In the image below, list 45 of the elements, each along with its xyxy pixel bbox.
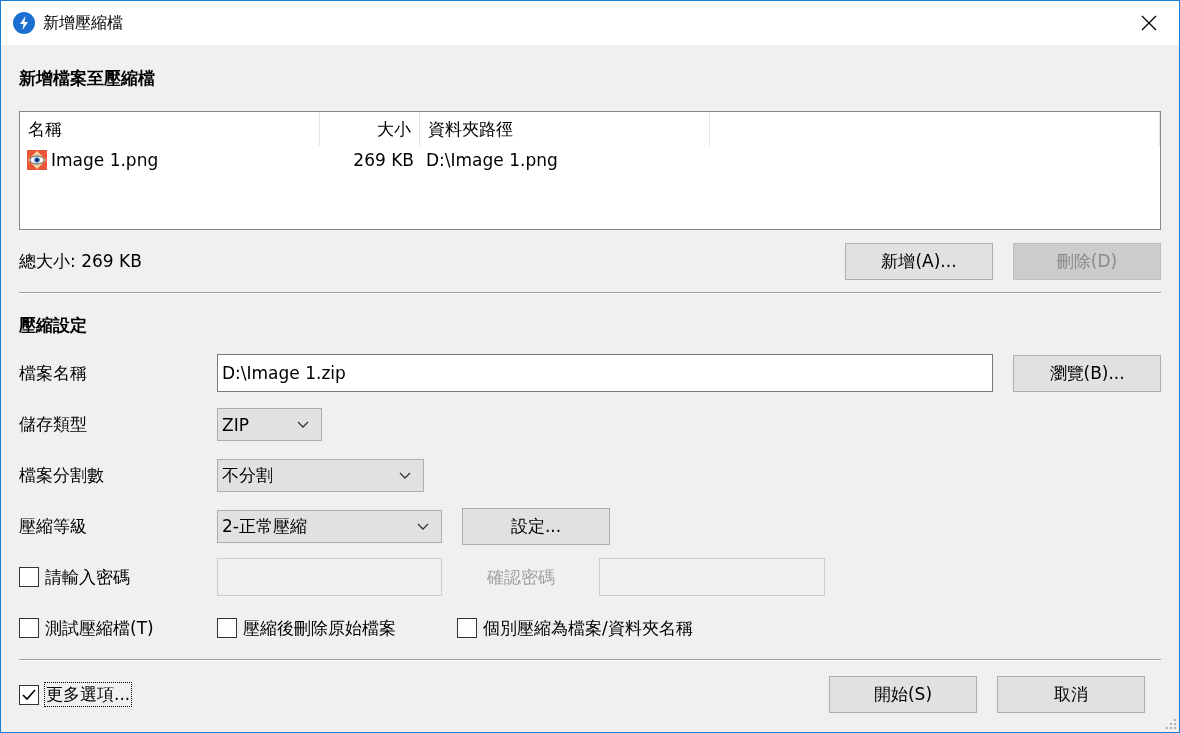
- dropdown[interactable]: 不分割: [217, 459, 424, 492]
- field-label: 壓縮等級: [19, 515, 88, 538]
- column-header[interactable]: 資料夾路徑: [420, 112, 710, 146]
- folder-path: D:\Image 1.png: [426, 150, 558, 170]
- checkbox-option[interactable]: 壓縮後刪除原始檔案: [217, 616, 457, 640]
- checkbox-option[interactable]: 請輸入密碼: [19, 565, 217, 589]
- section-heading: 壓縮設定: [19, 314, 88, 337]
- checkbox[interactable]: [457, 618, 477, 638]
- window-title: 新增壓縮檔: [43, 12, 124, 34]
- browse-button[interactable]: 瀏覽(B)...: [1013, 354, 1161, 392]
- dropdown[interactable]: 2-正常壓縮: [217, 510, 442, 543]
- chevron-down-icon: [399, 472, 411, 479]
- settings-button[interactable]: 設定...: [462, 508, 610, 545]
- add-button[interactable]: 新增(A)...: [845, 243, 993, 280]
- file-size: 269 KB: [353, 150, 414, 170]
- start-button[interactable]: 開始(S): [829, 676, 977, 713]
- checkbox[interactable]: [19, 684, 39, 705]
- total-size: 總大小: 269 KB: [19, 250, 142, 273]
- close-icon: [1141, 15, 1157, 31]
- column-header[interactable]: 名稱: [20, 112, 320, 146]
- checkbox-label: 測試壓縮檔(T): [45, 616, 154, 640]
- file-name-field[interactable]: D:\Image 1.zip: [217, 354, 994, 392]
- section-heading: 新增檔案至壓縮檔: [19, 67, 156, 90]
- check-icon: [22, 688, 36, 701]
- confirm-password-label: 確認密碼: [485, 565, 556, 589]
- resize-grip-icon[interactable]: [1165, 718, 1177, 730]
- dropdown[interactable]: ZIP: [217, 408, 322, 441]
- checkbox-option[interactable]: 更多選項...: [19, 683, 132, 706]
- field-label: 檔案分割數: [19, 464, 105, 487]
- checkbox-option[interactable]: 測試壓縮檔(T): [19, 616, 217, 640]
- checkbox[interactable]: [217, 618, 237, 638]
- app-icon: [13, 12, 35, 34]
- checkbox[interactable]: [19, 567, 39, 587]
- file-name: Image 1.png: [51, 150, 159, 170]
- chevron-down-icon: [417, 523, 429, 530]
- image-file-icon: [26, 149, 48, 171]
- checkbox[interactable]: [19, 618, 39, 638]
- column-header[interactable]: 大小: [320, 112, 420, 146]
- chevron-down-icon: [297, 421, 309, 428]
- checkbox-label: 壓縮後刪除原始檔案: [243, 616, 396, 640]
- checkbox-label: 更多選項...: [45, 683, 132, 706]
- cancel-button[interactable]: 取消: [997, 676, 1145, 713]
- field-label: 檔案名稱: [19, 361, 88, 385]
- field-label: 儲存類型: [19, 413, 88, 436]
- checkbox-label: 請輸入密碼: [45, 565, 130, 589]
